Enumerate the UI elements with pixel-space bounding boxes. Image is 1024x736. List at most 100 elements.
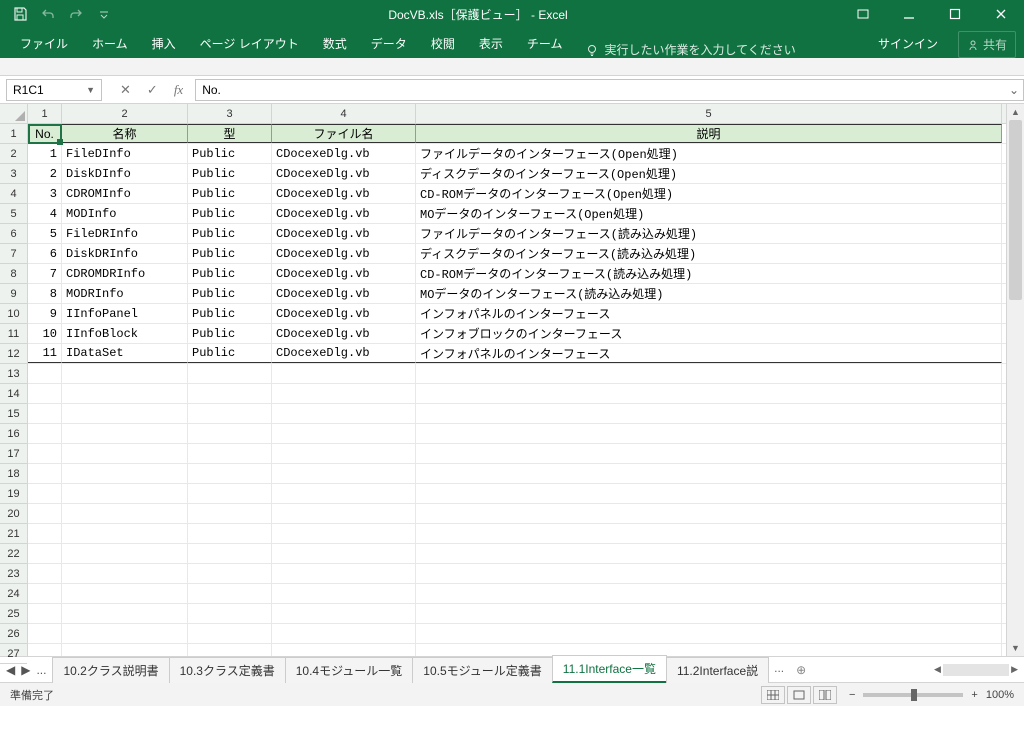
cell[interactable] <box>28 504 62 523</box>
row-header[interactable]: 5 <box>0 204 27 224</box>
cell[interactable]: 型 <box>188 124 272 143</box>
cell[interactable]: FileDInfo <box>62 144 188 163</box>
cell[interactable] <box>188 504 272 523</box>
cell[interactable] <box>28 644 62 656</box>
cell[interactable] <box>416 504 1002 523</box>
cell[interactable]: 2 <box>28 164 62 183</box>
signin-link[interactable]: サインイン <box>866 29 950 58</box>
select-all-button[interactable] <box>0 104 28 124</box>
cell[interactable] <box>62 584 188 603</box>
cell[interactable]: インフォブロックのインターフェース <box>416 324 1002 343</box>
cell[interactable] <box>416 484 1002 503</box>
col-header[interactable]: 5 <box>416 104 1002 123</box>
cell[interactable]: MOデータのインターフェース(読み込み処理) <box>416 284 1002 303</box>
tab-formulas[interactable]: 数式 <box>311 29 359 58</box>
cell[interactable] <box>28 624 62 643</box>
tab-team[interactable]: チーム <box>515 29 575 58</box>
cell[interactable] <box>62 384 188 403</box>
cell[interactable] <box>272 424 416 443</box>
cell[interactable] <box>272 604 416 623</box>
cell[interactable]: Public <box>188 204 272 223</box>
cell[interactable]: FileDRInfo <box>62 224 188 243</box>
cell[interactable] <box>62 364 188 383</box>
cell[interactable] <box>272 584 416 603</box>
cell[interactable] <box>272 484 416 503</box>
row-header[interactable]: 10 <box>0 304 27 324</box>
fx-icon[interactable]: fx <box>174 82 183 98</box>
cell[interactable] <box>416 644 1002 656</box>
cell[interactable] <box>28 484 62 503</box>
qat-customize-icon[interactable] <box>92 2 116 26</box>
add-sheet-button[interactable]: ⊕ <box>790 657 812 682</box>
cell[interactable]: Public <box>188 244 272 263</box>
cell[interactable]: 4 <box>28 204 62 223</box>
scroll-up-icon[interactable]: ▲ <box>1007 104 1024 120</box>
cell[interactable] <box>62 564 188 583</box>
cell[interactable] <box>188 604 272 623</box>
cell[interactable]: CDocexeDlg.vb <box>272 304 416 323</box>
cell[interactable]: DiskDInfo <box>62 164 188 183</box>
cell[interactable] <box>272 504 416 523</box>
cell[interactable] <box>188 644 272 656</box>
sheet-nav-prev-icon[interactable]: ◀ <box>6 663 15 677</box>
cell[interactable] <box>62 544 188 563</box>
cell[interactable] <box>188 524 272 543</box>
cell[interactable] <box>416 364 1002 383</box>
cells[interactable]: No.名称型ファイル名説明1FileDInfoPublicCDocexeDlg.… <box>28 124 1006 656</box>
row-header[interactable]: 25 <box>0 604 27 624</box>
cell[interactable] <box>62 404 188 423</box>
row-header[interactable]: 15 <box>0 404 27 424</box>
cell[interactable]: MOデータのインターフェース(Open処理) <box>416 204 1002 223</box>
cell[interactable] <box>188 484 272 503</box>
cell[interactable]: Public <box>188 264 272 283</box>
redo-icon[interactable] <box>64 2 88 26</box>
close-icon[interactable] <box>978 0 1024 28</box>
row-header[interactable]: 6 <box>0 224 27 244</box>
cell[interactable]: 7 <box>28 264 62 283</box>
cell[interactable] <box>416 564 1002 583</box>
save-icon[interactable] <box>8 2 32 26</box>
cell[interactable]: Public <box>188 224 272 243</box>
sheet-tab[interactable]: 11.1Interface一覧 <box>552 655 667 683</box>
cell[interactable] <box>272 524 416 543</box>
cell[interactable]: DiskDRInfo <box>62 244 188 263</box>
horizontal-scrollbar[interactable]: ◀ ▶ <box>934 657 1024 682</box>
minimize-icon[interactable] <box>886 0 932 28</box>
row-header[interactable]: 2 <box>0 144 27 164</box>
tab-review[interactable]: 校閲 <box>419 29 467 58</box>
row-header[interactable]: 17 <box>0 444 27 464</box>
cell[interactable] <box>272 444 416 463</box>
cell[interactable]: 11 <box>28 344 62 363</box>
tab-view[interactable]: 表示 <box>467 29 515 58</box>
cell[interactable] <box>188 544 272 563</box>
sheet-tab[interactable]: 11.2Interface説 <box>666 657 769 683</box>
row-header[interactable]: 20 <box>0 504 27 524</box>
cell[interactable] <box>272 624 416 643</box>
cell[interactable] <box>272 544 416 563</box>
sheet-tab[interactable]: 10.2クラス説明書 <box>52 657 169 683</box>
cell[interactable] <box>62 504 188 523</box>
row-header[interactable]: 4 <box>0 184 27 204</box>
row-header[interactable]: 7 <box>0 244 27 264</box>
sheet-tab[interactable]: 10.5モジュール定義書 <box>412 657 553 683</box>
cell[interactable] <box>272 364 416 383</box>
cell[interactable]: CDocexeDlg.vb <box>272 164 416 183</box>
view-normal-icon[interactable] <box>761 686 785 704</box>
cell[interactable] <box>416 444 1002 463</box>
cell[interactable] <box>62 424 188 443</box>
row-header[interactable]: 19 <box>0 484 27 504</box>
cell[interactable]: Public <box>188 184 272 203</box>
cell[interactable] <box>188 464 272 483</box>
cancel-icon[interactable]: ✕ <box>120 82 131 98</box>
cell[interactable] <box>188 584 272 603</box>
expand-formula-icon[interactable]: ⌄ <box>1009 83 1019 97</box>
tab-page-layout[interactable]: ページ レイアウト <box>188 29 311 58</box>
cell[interactable]: IInfoPanel <box>62 304 188 323</box>
row-header[interactable]: 9 <box>0 284 27 304</box>
cell[interactable]: CDocexeDlg.vb <box>272 324 416 343</box>
cell[interactable] <box>416 384 1002 403</box>
cell[interactable] <box>272 384 416 403</box>
row-header[interactable]: 14 <box>0 384 27 404</box>
cell[interactable]: CD-ROMデータのインターフェース(Open処理) <box>416 184 1002 203</box>
hscroll-right-icon[interactable]: ▶ <box>1011 664 1018 675</box>
